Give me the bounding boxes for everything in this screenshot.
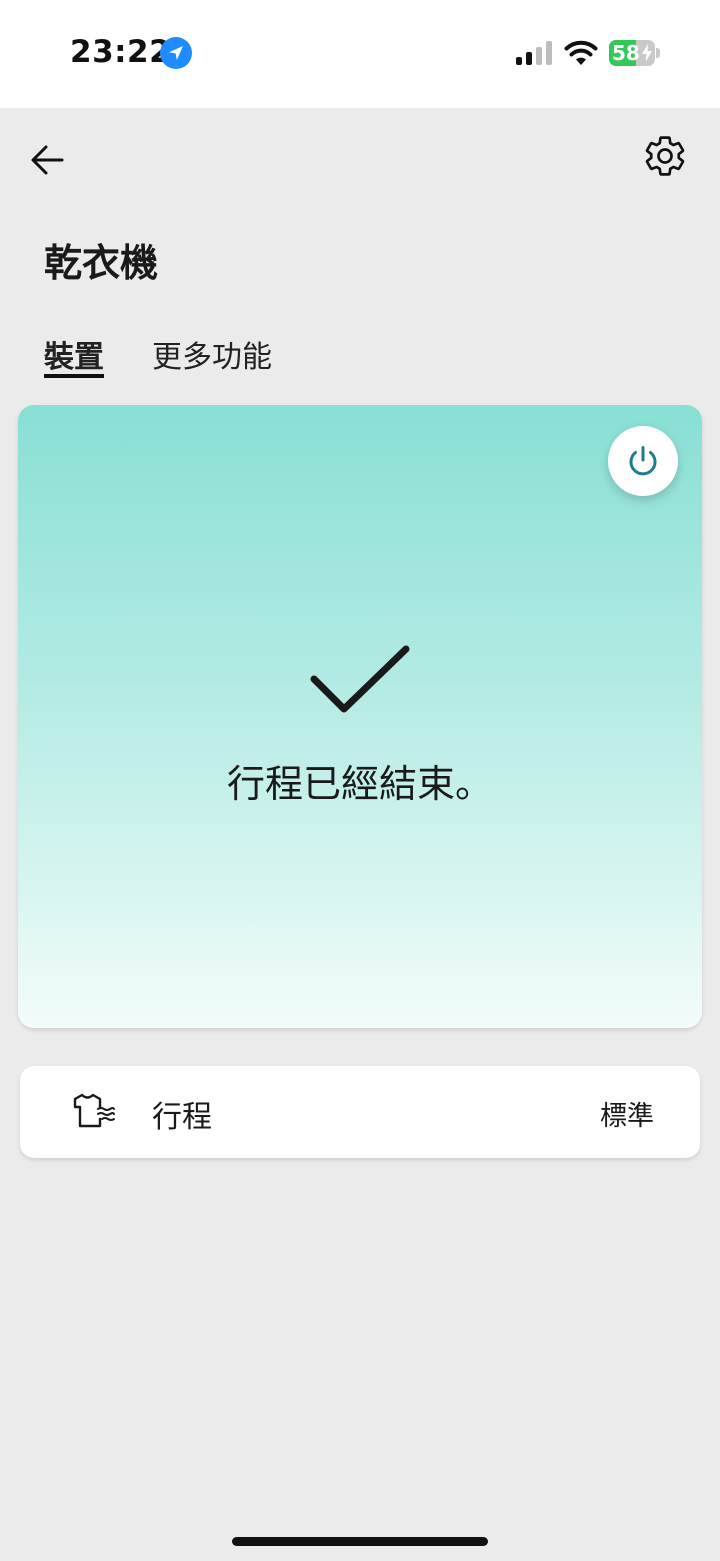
battery-percent: 58 [612,41,640,65]
status-time: 23:22 [70,34,172,70]
power-button[interactable] [608,426,678,496]
home-indicator [232,1537,488,1546]
gear-icon [645,136,685,176]
cycle-finished-message: 行程已經結束。 [226,762,493,806]
tab-device-label: 裝置 [44,340,104,375]
shirt-dry-icon [73,1093,115,1128]
cycle-row[interactable]: 行程 標準 [20,1066,700,1158]
checkmark-icon [310,645,410,713]
tab-device[interactable]: 裝置 [44,332,104,378]
cycle-status-card: 行程已經結束。 [18,405,702,1028]
active-tab-indicator [44,374,104,378]
wifi-icon [564,40,598,65]
battery-cap [656,48,660,58]
page-title: 乾衣機 [44,241,159,285]
location-arrow-icon [160,37,192,69]
status-bar: 23:22 58 [0,0,720,108]
arrow-left-icon [31,145,64,175]
back-button[interactable] [26,138,70,182]
cellular-signal-icon [516,41,552,65]
settings-button[interactable] [642,133,688,179]
power-icon [629,446,657,476]
battery-charging-icon: 58 [609,40,655,66]
cycle-value: 標準 [600,1101,654,1132]
tab-more-features[interactable]: 更多功能 [152,332,272,376]
cycle-label: 行程 [152,1100,212,1135]
charging-bolt-icon [642,44,652,62]
tab-more-features-label: 更多功能 [152,340,272,375]
